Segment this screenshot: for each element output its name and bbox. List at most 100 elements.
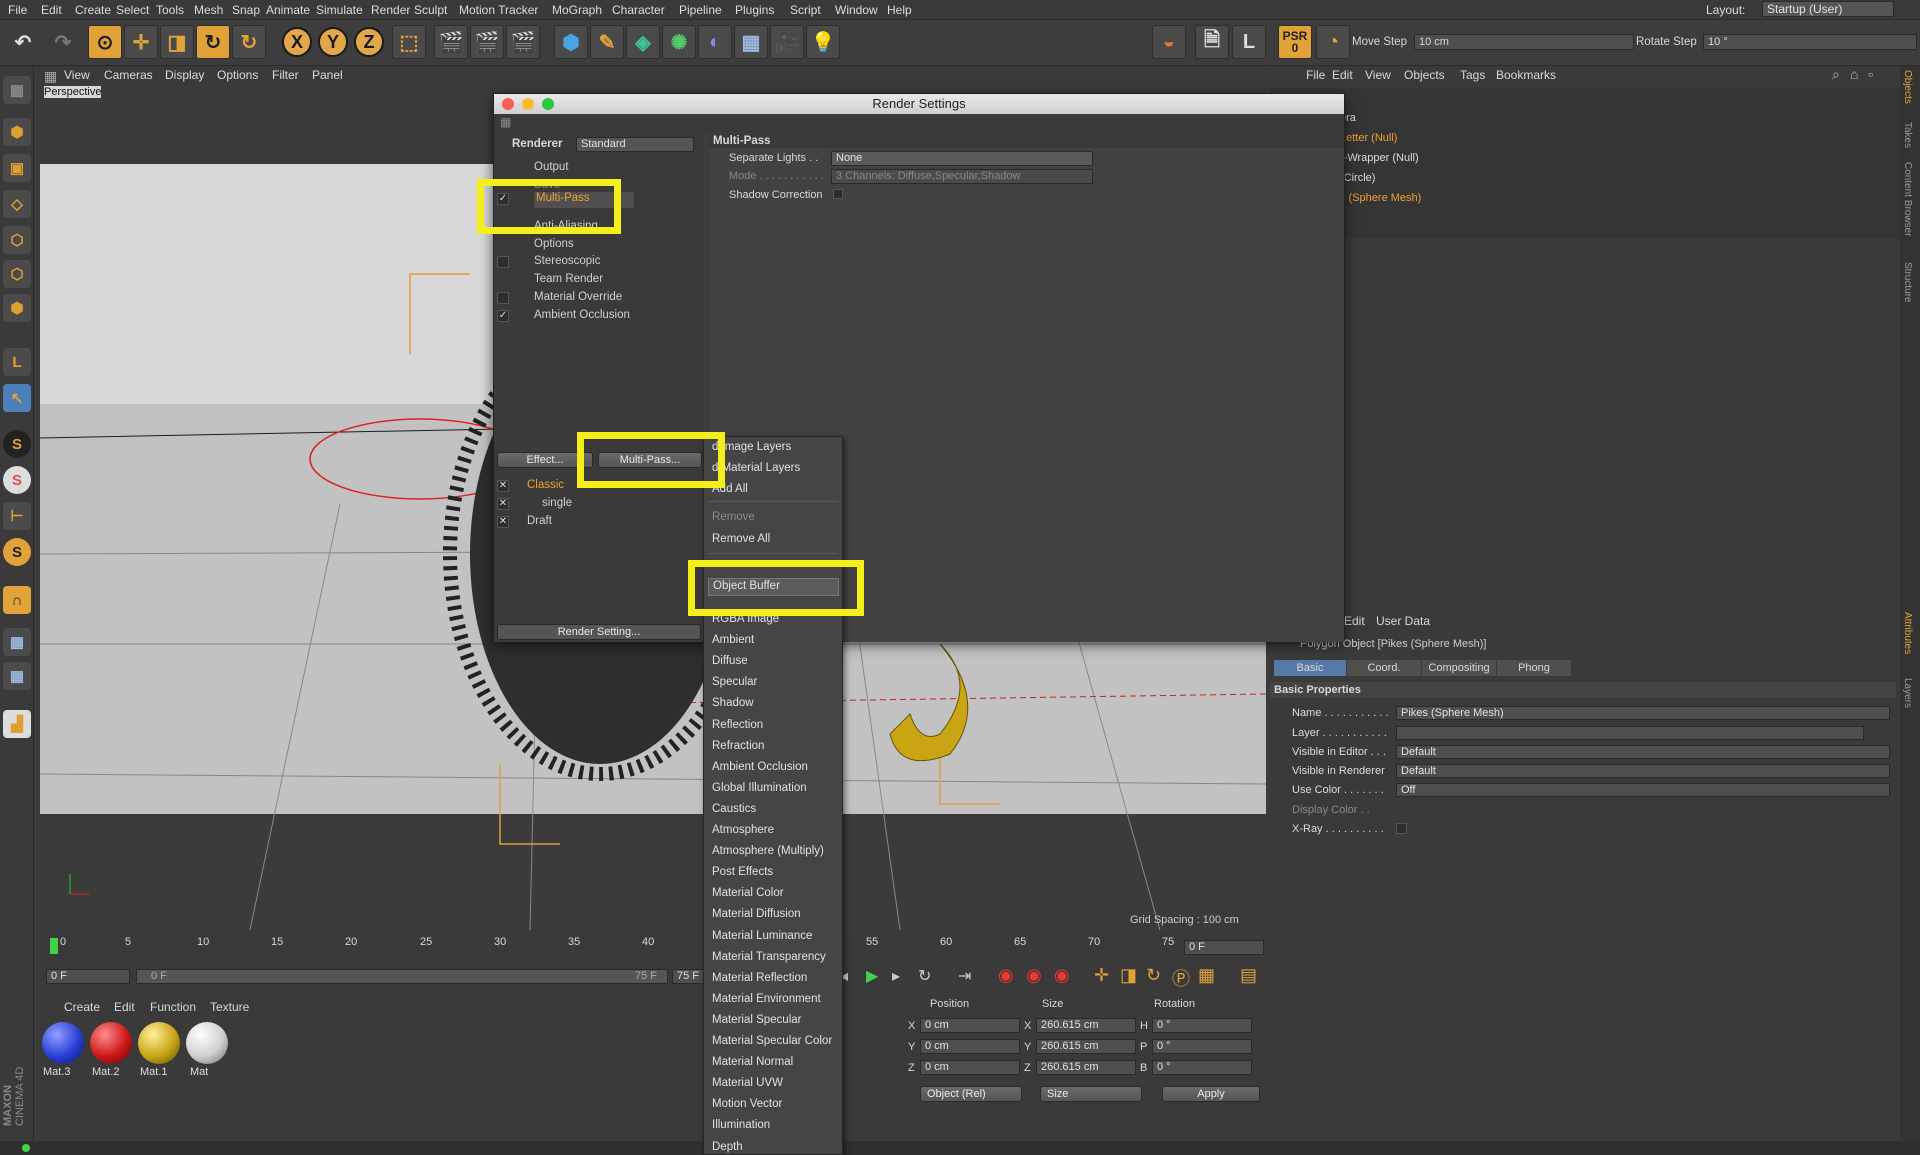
preset-classic[interactable]: Classic (527, 479, 564, 491)
viewport-menu-cameras[interactable]: Cameras (104, 68, 153, 82)
menu-motion-tracker[interactable]: Motion Tracker (459, 3, 538, 17)
menu-plugins[interactable]: Plugins (735, 3, 774, 17)
am-tab-compositing[interactable]: Compositing (1422, 660, 1496, 676)
am-visible-editor-dropdown[interactable]: Default (1396, 745, 1890, 759)
preset-draft[interactable]: Draft (527, 515, 552, 527)
om-menu-edit[interactable]: Edit (1332, 68, 1353, 82)
pen-icon[interactable]: ✎ (590, 25, 624, 59)
hierarchy-snap-icon[interactable]: ⊢ (3, 502, 31, 530)
material-swatch-mat2[interactable] (90, 1022, 132, 1064)
rs-tree-material-override[interactable]: Material Override (534, 291, 622, 303)
menu-channel-item[interactable]: Depth (712, 1141, 743, 1153)
deformer-icon[interactable]: ◐ (698, 25, 732, 59)
tab-layers[interactable]: Layers (1902, 678, 1913, 708)
tweak-mode-icon[interactable]: ↖ (3, 384, 31, 412)
render-setting-button[interactable]: Render Setting... (497, 624, 701, 640)
keyframe-selection-icon[interactable]: ◉ (1054, 965, 1070, 986)
menu-channel-item[interactable]: Ambient Occlusion (712, 761, 808, 773)
mat-menu-texture[interactable]: Texture (210, 1000, 249, 1014)
layout-icon[interactable]: ▟ (3, 710, 31, 738)
shadow-correction-checkbox[interactable] (833, 189, 843, 199)
menu-channel-item[interactable]: Ambient (712, 634, 754, 646)
menu-render[interactable]: Render (371, 3, 410, 17)
minimize-icon[interactable] (522, 98, 534, 110)
coord-rot-b[interactable]: 0 ° (1152, 1060, 1252, 1075)
am-name-field[interactable]: Pikes (Sphere Mesh) (1396, 706, 1890, 720)
menu-file[interactable]: File (8, 3, 27, 17)
menu-script[interactable]: Script (790, 3, 821, 17)
om-menu-view[interactable]: View (1365, 68, 1391, 82)
menu-channel-item[interactable]: Diffuse (712, 655, 748, 667)
start-frame-field[interactable]: 0 F (46, 969, 130, 984)
key-parameter-icon[interactable]: Ⓟ (1172, 965, 1190, 991)
menu-character[interactable]: Character (612, 3, 665, 17)
render-view-icon[interactable]: 🎬 (434, 25, 468, 59)
subdivision-icon[interactable]: ◈ (626, 25, 660, 59)
psr-button[interactable]: PSR 0 (1278, 25, 1312, 59)
coord-rot-p[interactable]: 0 ° (1152, 1039, 1252, 1054)
snap-settings-icon[interactable]: S (3, 466, 31, 494)
menu-channel-item[interactable]: Material Transparency (712, 951, 826, 963)
am-tab-basic[interactable]: Basic (1274, 660, 1346, 676)
model-mode-icon[interactable]: ⬢ (3, 118, 31, 146)
key-point-level-icon[interactable]: ▦ (1198, 965, 1215, 986)
menu-remove[interactable]: Remove (712, 511, 755, 523)
viewport-menu-display[interactable]: Display (165, 68, 204, 82)
menu-sculpt[interactable]: Sculpt (414, 3, 447, 17)
undo-icon[interactable]: ↶ (6, 25, 40, 59)
maximize-icon[interactable] (542, 98, 554, 110)
timeline-ruler[interactable]: 0 5 10 15 20 25 30 35 40 55 60 65 70 75 … (40, 934, 1266, 960)
workplane-icon[interactable]: ▦ (3, 628, 31, 656)
edit-render-settings-icon[interactable]: 🎬 (506, 25, 540, 59)
viewport-menu-filter[interactable]: Filter (272, 68, 299, 82)
coordinate-system-icon[interactable]: ⬚ (392, 25, 426, 59)
menu-channel-item[interactable]: Material Color (712, 887, 784, 899)
play-icon[interactable]: ▶ (866, 966, 878, 986)
om-new-window-icon[interactable]: ▫ (1868, 66, 1873, 82)
axis-mode-icon[interactable]: L (3, 348, 31, 376)
menu-remove-all[interactable]: Remove All (712, 533, 770, 545)
mat-menu-function[interactable]: Function (150, 1000, 196, 1014)
timer-icon[interactable]: ◔ (1316, 25, 1350, 59)
render-picture-viewer-icon[interactable]: 🎬 (470, 25, 504, 59)
coord-size-z[interactable]: 260.615 cm (1036, 1060, 1136, 1075)
menu-pipeline[interactable]: Pipeline (679, 3, 722, 17)
y-axis-lock-button[interactable]: Y (318, 27, 348, 57)
menu-help[interactable]: Help (887, 3, 912, 17)
am-use-color-dropdown[interactable]: Off (1396, 783, 1890, 797)
grid-lock-icon[interactable]: ▦ (3, 662, 31, 690)
coord-pos-y[interactable]: 0 cm (920, 1039, 1020, 1054)
menu-edit[interactable]: Edit (41, 3, 62, 17)
polygons-mode-icon[interactable]: ⬢ (3, 294, 31, 322)
material-swatch-mat1[interactable] (138, 1022, 180, 1064)
cube-icon[interactable]: ⬢ (554, 25, 588, 59)
recent-tool-icon[interactable]: ↻ (232, 25, 266, 59)
menu-create[interactable]: Create (75, 3, 111, 17)
om-home-icon[interactable]: ⌂ (1850, 66, 1858, 82)
autokey-icon[interactable]: ◉ (1026, 965, 1042, 986)
light-icon[interactable]: 💡 (806, 25, 840, 59)
floor-icon[interactable]: ▦ (734, 25, 768, 59)
menu-channel-item[interactable]: Material Normal (712, 1056, 793, 1068)
om-menu-tags[interactable]: Tags (1460, 68, 1485, 82)
mode-dropdown[interactable]: 3 Channels: Diffuse,Specular,Shadow (831, 169, 1093, 184)
coord-rot-h[interactable]: 0 ° (1152, 1018, 1252, 1033)
solo-icon[interactable]: S (3, 538, 31, 566)
loop-icon[interactable]: ↻ (918, 966, 931, 986)
record-icon[interactable]: ◉ (998, 965, 1014, 986)
timeline-window-icon[interactable]: ▤ (1240, 965, 1257, 986)
menu-mesh[interactable]: Mesh (194, 3, 223, 17)
rotate-tool-icon[interactable]: ↻ (196, 25, 230, 59)
viewport-menu-view[interactable]: View (64, 68, 90, 82)
menu-simulate[interactable]: Simulate (316, 3, 363, 17)
points-mode-icon[interactable]: ⬡ (3, 226, 31, 254)
rs-tree-team-render[interactable]: Team Render (534, 273, 603, 285)
material-swatch-mat[interactable] (186, 1022, 228, 1064)
menu-channel-item[interactable]: Material Luminance (712, 930, 812, 942)
layout-dropdown[interactable]: Startup (User) (1762, 1, 1894, 17)
rs-tree-ambient-occlusion[interactable]: Ambient Occlusion (534, 309, 630, 321)
menu-channel-item[interactable]: Specular (712, 676, 757, 688)
mat-menu-edit[interactable]: Edit (114, 1000, 135, 1014)
snap-icon[interactable]: S (3, 430, 31, 458)
am-visible-renderer-dropdown[interactable]: Default (1396, 764, 1890, 778)
